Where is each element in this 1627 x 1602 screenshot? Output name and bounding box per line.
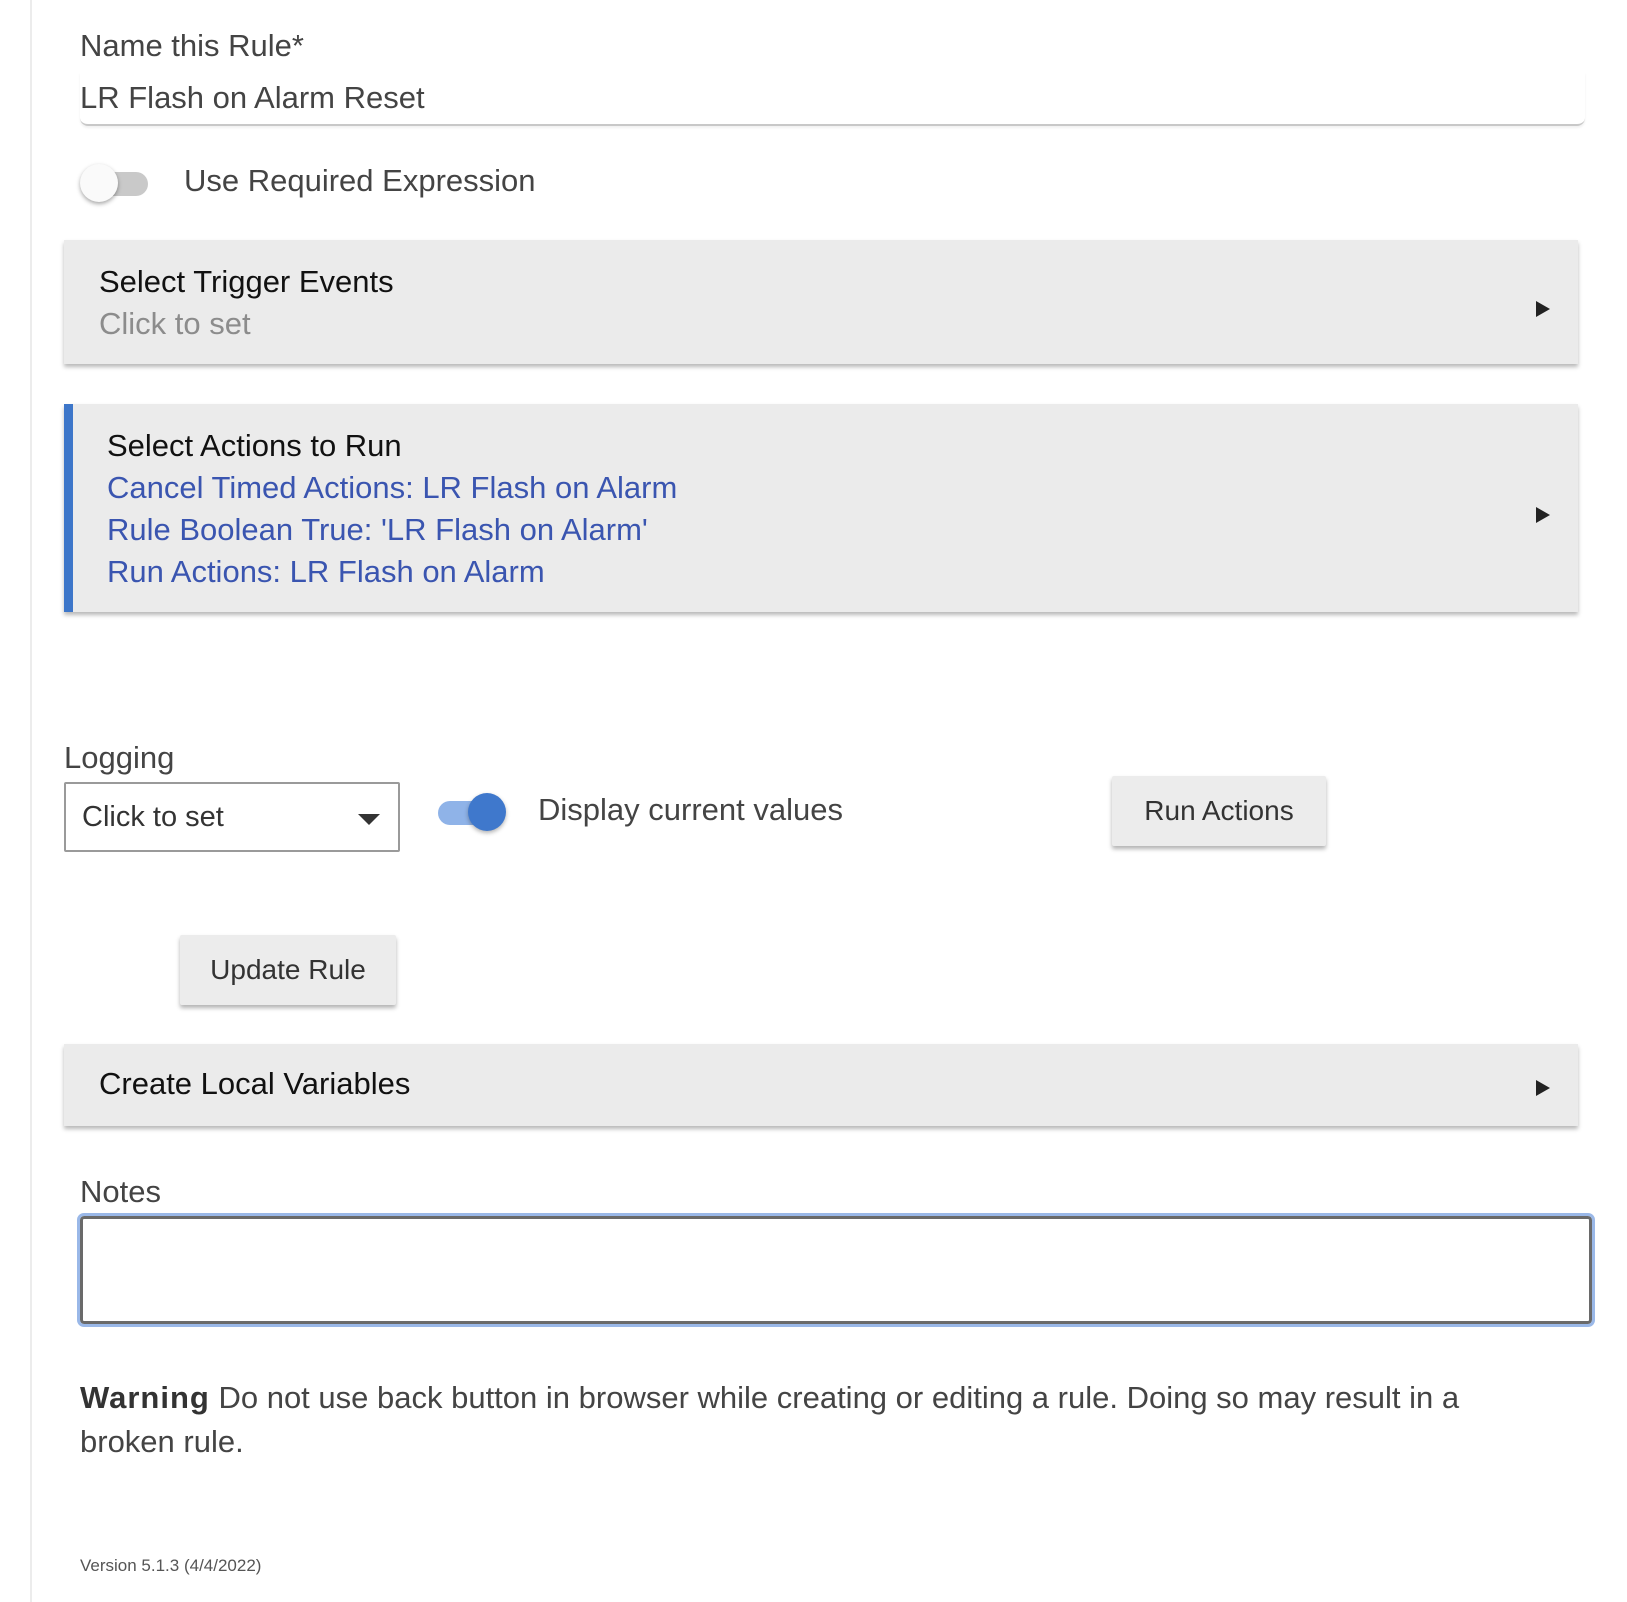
rule-name-label: Name this Rule*	[80, 28, 304, 63]
warning-message: Warning Do not use back button in browse…	[80, 1376, 1560, 1464]
logging-select[interactable]: Click to set	[64, 782, 400, 852]
action-item[interactable]: Rule Boolean True: 'LR Flash on Alarm'	[107, 512, 648, 548]
trigger-events-panel[interactable]: Select Trigger Events Click to set	[64, 240, 1578, 364]
expand-arrow-icon	[1536, 301, 1550, 317]
local-variables-title: Create Local Variables	[99, 1066, 411, 1101]
display-values-label: Display current values	[538, 792, 843, 827]
display-values-toggle[interactable]	[432, 792, 506, 832]
rule-name-input[interactable]	[80, 72, 1585, 126]
notes-textarea[interactable]	[77, 1213, 1595, 1327]
notes-label: Notes	[80, 1174, 161, 1209]
actions-panel[interactable]: Select Actions to Run Cancel Timed Actio…	[64, 404, 1578, 612]
logging-selected-value: Click to set	[82, 801, 224, 833]
trigger-events-title: Select Trigger Events	[99, 264, 394, 299]
action-item[interactable]: Run Actions: LR Flash on Alarm	[107, 554, 545, 590]
logging-label: Logging	[64, 740, 175, 775]
expand-arrow-icon	[1536, 507, 1550, 523]
update-rule-button[interactable]: Update Rule	[180, 935, 396, 1005]
required-expression-toggle[interactable]	[80, 163, 154, 203]
run-actions-button[interactable]: Run Actions	[1112, 776, 1326, 846]
warning-strong: Warning	[80, 1380, 210, 1415]
actions-panel-title: Select Actions to Run	[107, 428, 402, 463]
toggle-knob	[468, 793, 506, 831]
local-variables-panel[interactable]: Create Local Variables	[64, 1044, 1578, 1126]
version-text: Version 5.1.3 (4/4/2022)	[80, 1556, 262, 1575]
toggle-knob	[80, 164, 118, 202]
panel-accent-bar	[64, 404, 73, 612]
warning-text: Do not use back button in browser while …	[80, 1380, 1460, 1459]
chevron-down-icon	[358, 814, 380, 825]
action-item[interactable]: Cancel Timed Actions: LR Flash on Alarm	[107, 470, 677, 506]
page-left-border	[30, 0, 32, 1602]
trigger-events-subtitle: Click to set	[99, 306, 251, 341]
required-expression-label: Use Required Expression	[184, 163, 536, 198]
expand-arrow-icon	[1536, 1080, 1550, 1096]
